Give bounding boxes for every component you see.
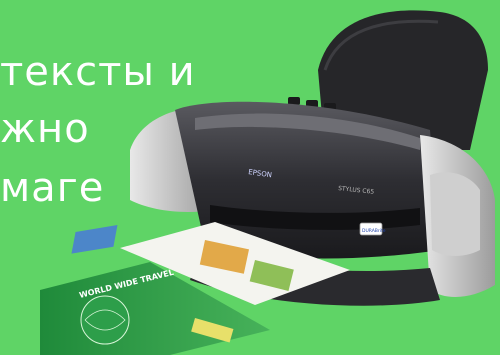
- control-button-1: [288, 97, 300, 105]
- photo-scene: тексты и жно маге EPSON STYLUS C65 DURAB…: [0, 0, 500, 355]
- printer-illustration: EPSON STYLUS C65 DURABrite WORLD WIDE TR…: [40, 10, 495, 355]
- sheet-photo-1: [71, 225, 118, 254]
- globe-graphic: [80, 295, 130, 345]
- badge-label: DURABrite: [362, 228, 386, 234]
